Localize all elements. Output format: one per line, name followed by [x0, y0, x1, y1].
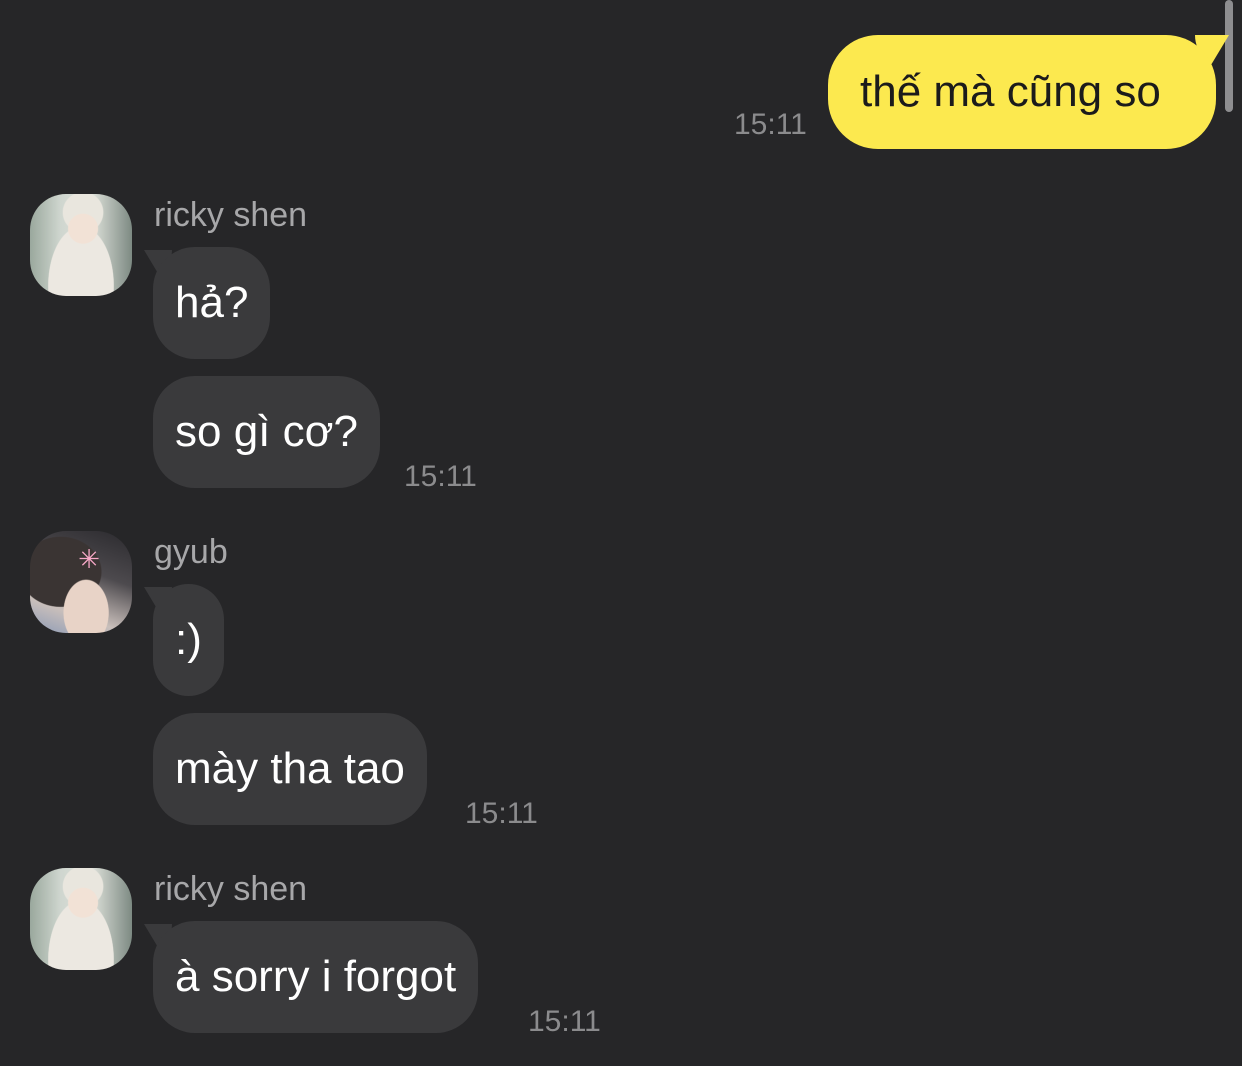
message-text: so gì cơ? — [175, 407, 358, 456]
incoming-message-bubble[interactable]: hả? — [153, 247, 271, 359]
anger-mark-icon: ✳ — [78, 545, 100, 575]
avatar-ricky-shen[interactable] — [30, 868, 132, 970]
message-text: mày tha tao — [175, 744, 405, 793]
incoming-message-bubble[interactable]: so gì cơ? — [153, 376, 380, 488]
scrollbar[interactable] — [1225, 0, 1233, 112]
sender-name: gyub — [154, 533, 228, 571]
message-time: 15:11 — [528, 1005, 601, 1038]
message-time: 15:11 — [465, 797, 538, 830]
sender-name: ricky shen — [154, 870, 308, 908]
message-text: :) — [175, 615, 202, 664]
sender-name: ricky shen — [154, 196, 308, 234]
outgoing-message-time: 15:11 — [734, 108, 807, 141]
message-text: à sorry i forgot — [175, 952, 457, 1001]
avatar-gyub[interactable]: ✳ — [30, 531, 132, 633]
incoming-message-bubble[interactable]: à sorry i forgot — [153, 921, 479, 1033]
message-text: hả? — [175, 278, 249, 327]
outgoing-message-bubble[interactable]: thế mà cũng so — [828, 35, 1216, 149]
avatar-ricky-shen[interactable] — [30, 194, 132, 296]
incoming-message-bubble[interactable]: :) — [153, 584, 224, 696]
outgoing-message-text: thế mà cũng so — [860, 67, 1161, 116]
incoming-message-bubble[interactable]: mày tha tao — [153, 713, 427, 825]
message-time: 15:11 — [404, 460, 477, 493]
